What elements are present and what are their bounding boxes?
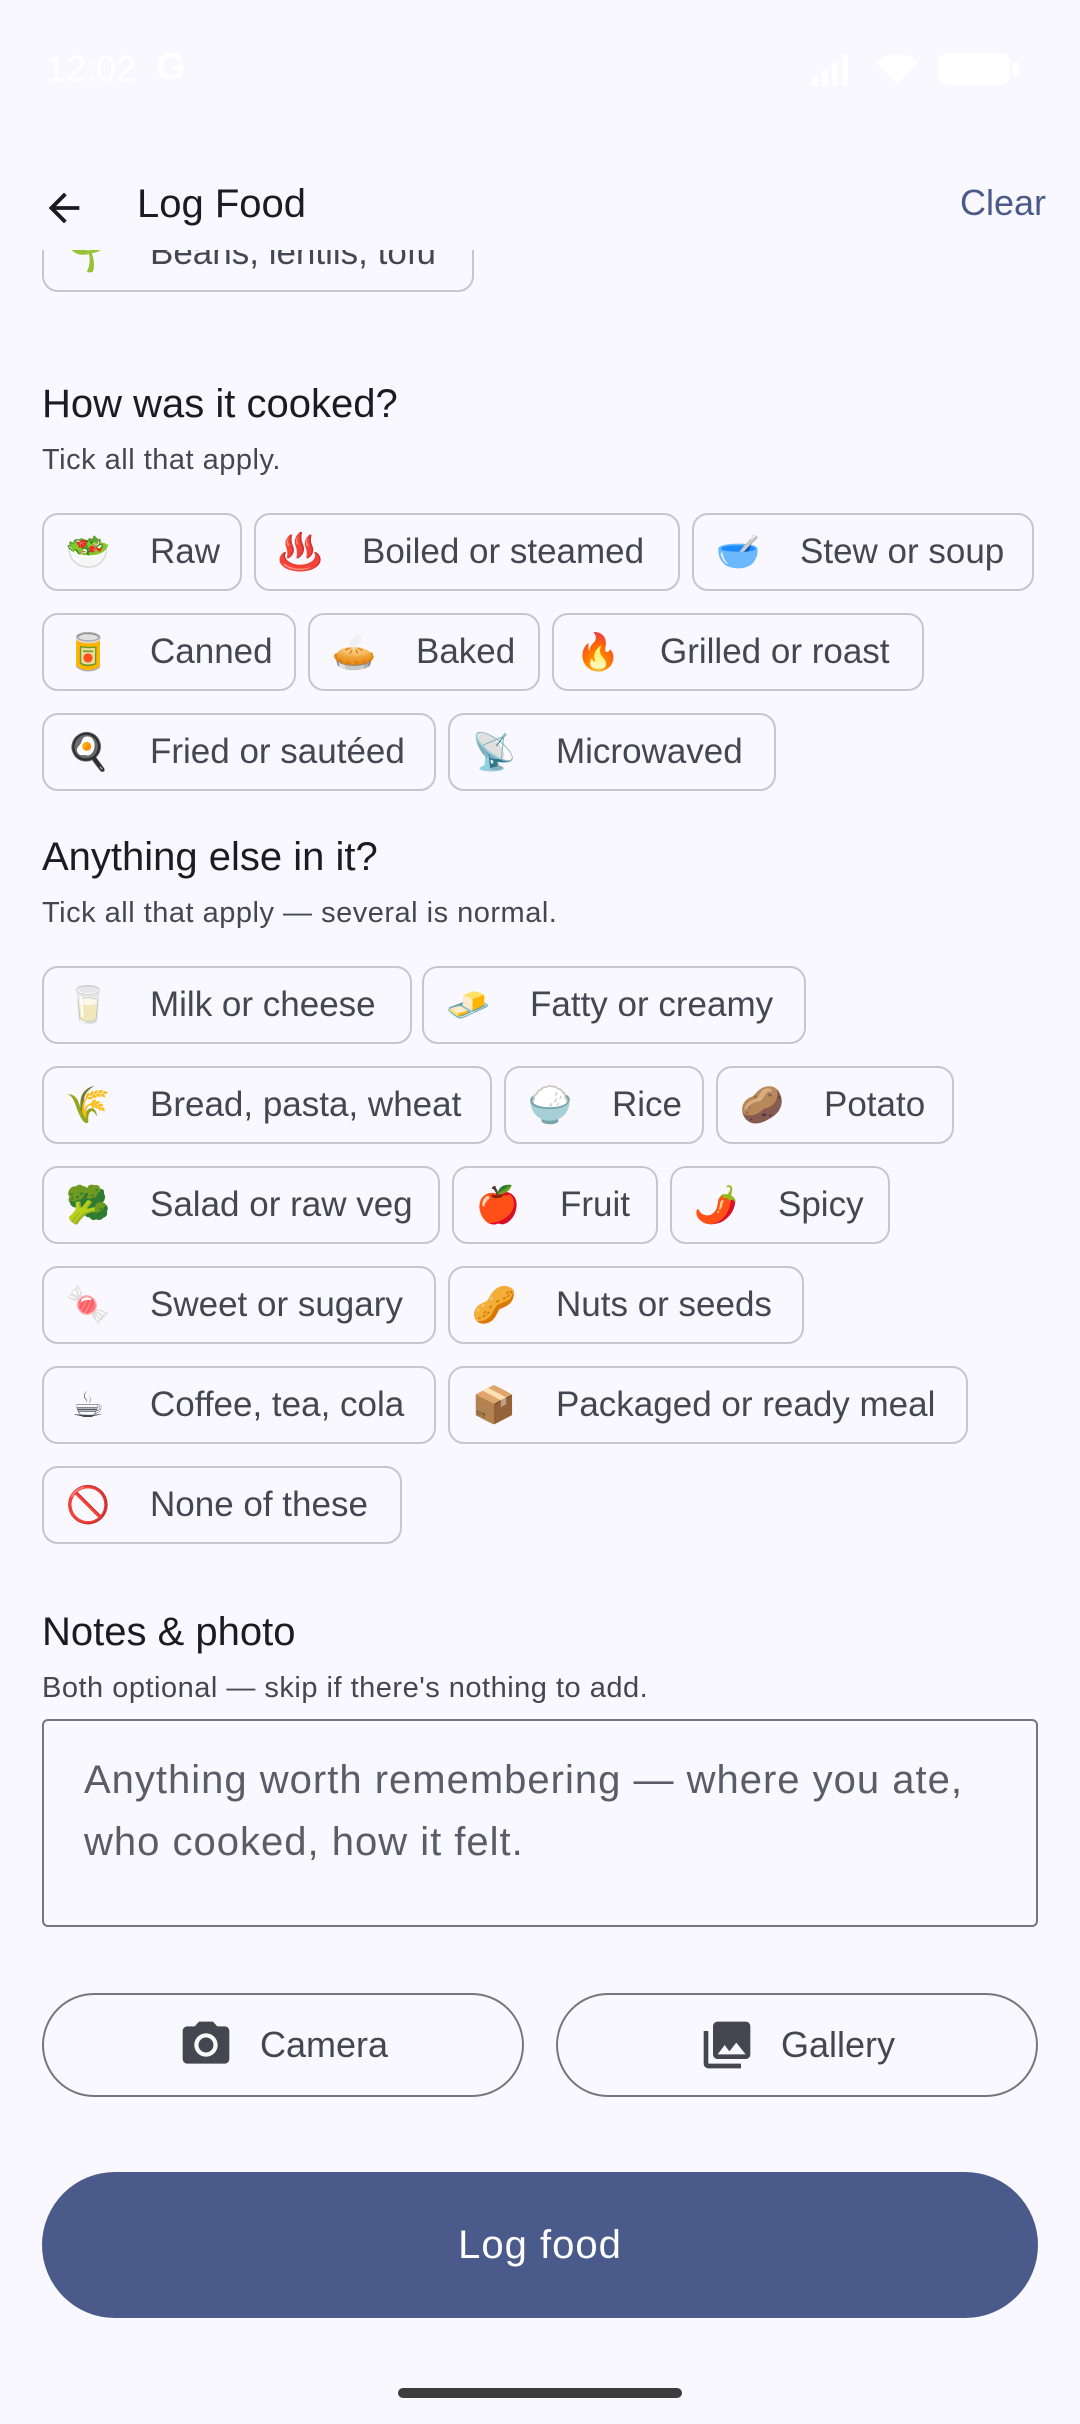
- chip-packaged-or-ready-meal[interactable]: 📦 Packaged or ready meal: [448, 1366, 968, 1444]
- clear-button[interactable]: Clear: [960, 182, 1046, 224]
- chip-label: Sweet or sugary: [150, 1285, 403, 1324]
- notes-section-subtitle: Both optional — skip if there's nothing …: [42, 1672, 649, 1704]
- chip-canned[interactable]: 🥫 Canned: [42, 613, 296, 691]
- cooking-section-subtitle: Tick all that apply.: [42, 444, 281, 476]
- bowl-icon: 🥣: [715, 531, 761, 572]
- chip-stew-or-soup[interactable]: 🥣 Stew or soup: [692, 513, 1034, 591]
- chip-none-of-these[interactable]: 🚫 None of these: [42, 1466, 402, 1544]
- steam-icon: ♨️: [277, 531, 323, 572]
- chip-bread-pasta-wheat[interactable]: 🌾 Bread, pasta, wheat: [42, 1066, 492, 1144]
- notes-placeholder: Anything worth remembering — where you a…: [84, 1758, 963, 1864]
- frying-pan-icon: 🍳: [65, 731, 111, 772]
- gallery-icon: [703, 2021, 751, 2069]
- camera-label: Camera: [259, 2024, 389, 2065]
- notes-input[interactable]: Anything worth remembering — where you a…: [42, 1719, 1038, 1927]
- chip-baked[interactable]: 🥧 Baked: [308, 613, 540, 691]
- top-app-bar: Log Food Clear: [0, 160, 1080, 250]
- chip-label: Rice: [611, 1085, 682, 1124]
- can-icon: 🥫: [65, 631, 111, 672]
- apple-icon: 🍎: [475, 1184, 521, 1225]
- camera-icon: [182, 2021, 230, 2064]
- home-indicator[interactable]: [398, 2388, 682, 2398]
- chip-microwaved[interactable]: 📡 Microwaved: [448, 713, 776, 791]
- chip-coffee-tea-cola[interactable]: ☕ Coffee, tea, cola: [42, 1366, 436, 1444]
- chip-label: None of these: [150, 1485, 368, 1524]
- log-food-button[interactable]: Log food: [42, 2172, 1038, 2318]
- wheat-icon: 🌾: [65, 1084, 111, 1125]
- chip-label: Spicy: [778, 1185, 864, 1224]
- chip-label: Raw: [149, 532, 220, 571]
- chip-sweet-or-sugary[interactable]: 🍬 Sweet or sugary: [42, 1266, 436, 1344]
- butter-icon: 🧈: [445, 984, 491, 1025]
- salad-icon: 🥗: [65, 531, 111, 572]
- chip-label: Fried or sautéed: [150, 732, 405, 771]
- chip-label: Baked: [416, 632, 516, 671]
- chip-label: Canned: [150, 632, 273, 671]
- chip-label: Potato: [824, 1085, 926, 1124]
- chip-label: Bread, pasta, wheat: [150, 1085, 462, 1124]
- extras-section-subtitle: Tick all that apply — several is normal.: [42, 897, 558, 929]
- chip-label: Coffee, tea, cola: [150, 1385, 405, 1424]
- chip-label: Packaged or ready meal: [556, 1385, 936, 1424]
- chip-spicy[interactable]: 🌶️ Spicy: [670, 1166, 890, 1244]
- rice-icon: 🍚: [527, 1084, 573, 1125]
- signal-icon: [812, 55, 848, 86]
- sprout-icon: 🌱: [65, 250, 111, 273]
- chip-milk-or-cheese[interactable]: 🥛 Milk or cheese: [42, 966, 412, 1044]
- camera-button[interactable]: Camera: [42, 1993, 524, 2097]
- chip-beans-lentils-tofu[interactable]: 🌱 Beans, lentils, tofu: [42, 250, 474, 292]
- chip-fruit[interactable]: 🍎 Fruit: [452, 1166, 658, 1244]
- page-title: Log Food: [137, 182, 307, 226]
- chip-label: Grilled or roast: [660, 632, 890, 671]
- partial-chip-clip: 🌱 Beans, lentils, tofu: [0, 250, 1080, 344]
- google-icon: G: [156, 46, 186, 88]
- package-icon: 📦: [471, 1384, 517, 1425]
- satellite-dish-icon: 📡: [471, 731, 517, 772]
- chip-label: Fatty or creamy: [530, 985, 774, 1024]
- extras-section-title: Anything else in it?: [42, 835, 378, 879]
- battery-icon: [938, 53, 1019, 85]
- log-food-label: Log food: [458, 2222, 622, 2267]
- chip-potato[interactable]: 🥔 Potato: [716, 1066, 954, 1144]
- wifi-icon: [876, 54, 918, 84]
- cooking-section-title: How was it cooked?: [42, 382, 398, 426]
- chip-boiled-or-steamed[interactable]: ♨️ Boiled or steamed: [254, 513, 680, 591]
- gallery-button[interactable]: Gallery: [556, 1993, 1038, 2097]
- chip-label: Nuts or seeds: [556, 1285, 772, 1324]
- status-bar: 12:02 G: [0, 0, 1080, 140]
- broccoli-icon: 🥦: [65, 1184, 111, 1225]
- coffee-icon: ☕: [71, 1384, 105, 1425]
- chip-salad-or-raw-veg[interactable]: 🥦 Salad or raw veg: [42, 1166, 440, 1244]
- fire-icon: 🔥: [575, 631, 621, 672]
- prohibited-icon: 🚫: [65, 1484, 111, 1525]
- candy-icon: 🍬: [65, 1284, 111, 1325]
- arrow-back-icon: [48, 192, 80, 224]
- chip-rice[interactable]: 🍚 Rice: [504, 1066, 704, 1144]
- chip-fatty-or-creamy[interactable]: 🧈 Fatty or creamy: [422, 966, 806, 1044]
- status-time: 12:02: [46, 48, 137, 89]
- milk-icon: 🥛: [65, 984, 111, 1025]
- gallery-label: Gallery: [780, 2024, 896, 2065]
- back-button[interactable]: [34, 178, 94, 238]
- chili-icon: 🌶️: [693, 1184, 739, 1225]
- potato-icon: 🥔: [739, 1084, 785, 1125]
- peanut-icon: 🥜: [471, 1284, 517, 1325]
- chip-label: Microwaved: [556, 732, 743, 771]
- chip-fried-or-sauteed[interactable]: 🍳 Fried or sautéed: [42, 713, 436, 791]
- chip-raw[interactable]: 🥗 Raw: [42, 513, 242, 591]
- chip-label: Salad or raw veg: [150, 1185, 413, 1224]
- pie-icon: 🥧: [331, 631, 377, 672]
- status-icons: [810, 52, 1019, 86]
- chip-label: Milk or cheese: [150, 985, 376, 1024]
- chip-label: Stew or soup: [800, 532, 1005, 571]
- chip-label: Boiled or steamed: [362, 532, 645, 571]
- chip-nuts-or-seeds[interactable]: 🥜 Nuts or seeds: [448, 1266, 804, 1344]
- chip-label: Fruit: [560, 1185, 630, 1224]
- notes-section-title: Notes & photo: [42, 1610, 296, 1654]
- chip-label: Beans, lentils, tofu: [150, 250, 436, 272]
- chip-grilled-or-roast[interactable]: 🔥 Grilled or roast: [552, 613, 924, 691]
